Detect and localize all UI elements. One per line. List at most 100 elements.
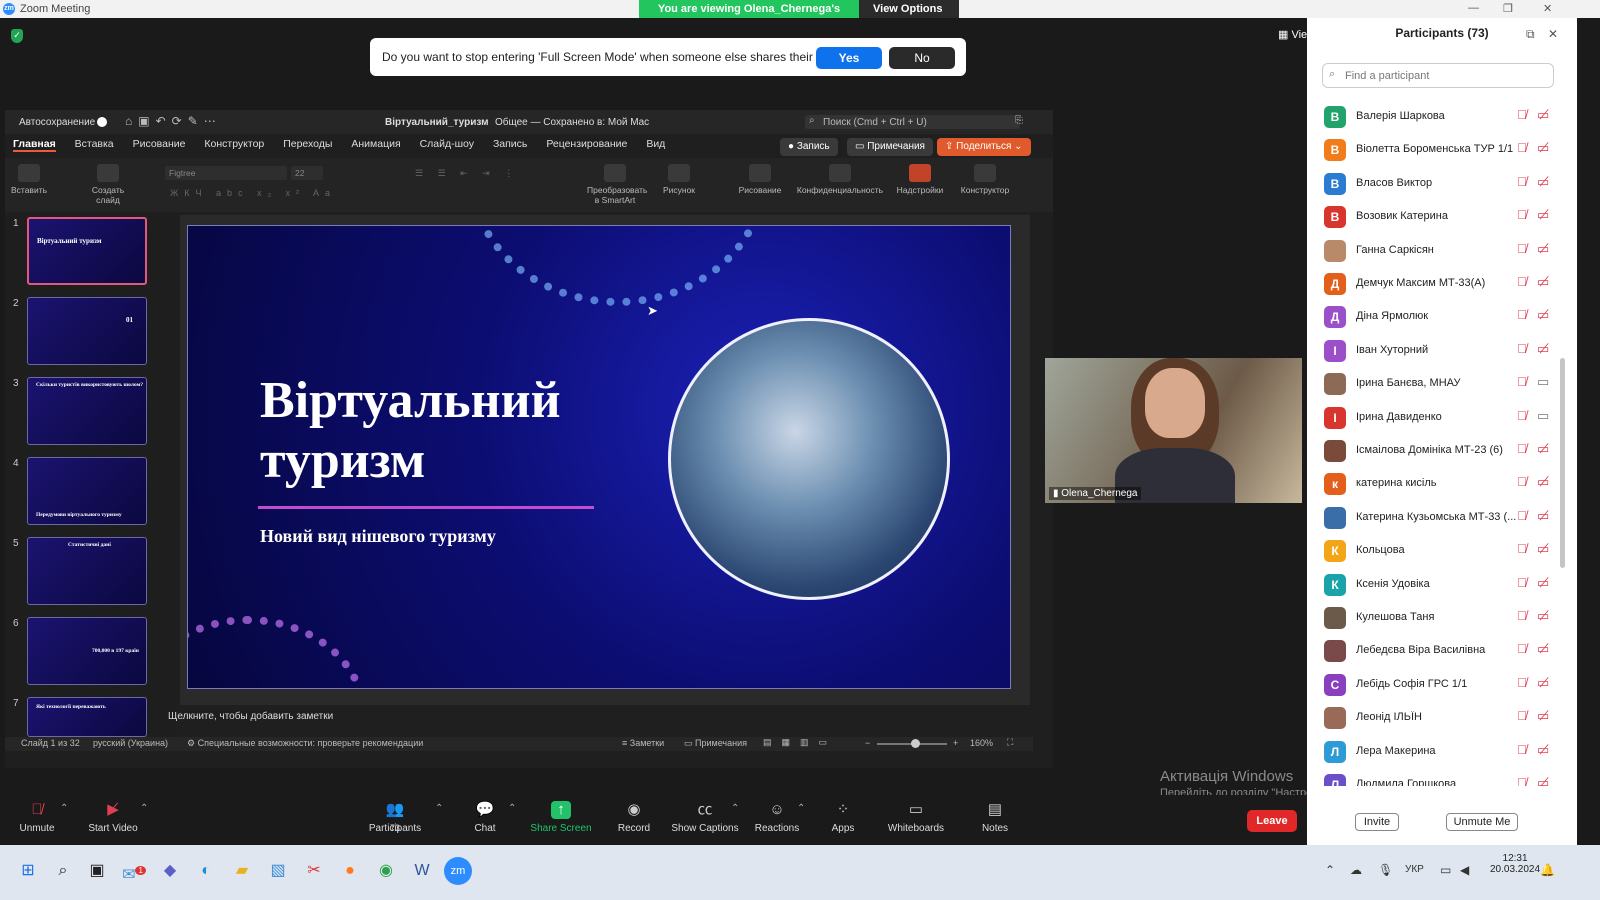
participant-row[interactable]: к катерина кисіль 🎙̸ ▭̸ bbox=[1307, 473, 1572, 506]
participant-row[interactable]: І Ірина Давиденко 🎙̸ ▭ bbox=[1307, 406, 1572, 440]
zoom-level[interactable]: 160% bbox=[970, 738, 993, 748]
video-off-icon[interactable]: ▭̸ bbox=[1537, 708, 1549, 724]
video-off-icon[interactable]: ▭̸ bbox=[1537, 140, 1549, 156]
comments-button[interactable]: ▭ Примечания bbox=[847, 138, 933, 156]
whiteboards-button[interactable]: ▭ Whiteboards bbox=[881, 801, 951, 834]
mail-icon[interactable]: ✉ 1 bbox=[120, 857, 148, 885]
chrome-icon[interactable]: ◉ bbox=[372, 857, 400, 885]
mic-muted-icon[interactable]: 🎙̸ bbox=[1517, 608, 1527, 623]
mic-muted-icon[interactable]: 🎙̸ bbox=[1517, 274, 1527, 289]
slide-thumbnail[interactable]: Передумови віртуального туризму bbox=[27, 457, 147, 525]
task-view-icon[interactable]: ▣ bbox=[83, 857, 111, 885]
participants-options-caret[interactable]: ⌃ bbox=[435, 803, 443, 814]
video-off-icon[interactable]: ▭̸ bbox=[1537, 474, 1549, 490]
zoom-in-icon[interactable]: + bbox=[953, 738, 958, 748]
mic-muted-icon[interactable]: 🎙̸ bbox=[1517, 174, 1527, 189]
slide-thumbnail[interactable]: Які технології переважають bbox=[27, 697, 147, 737]
participant-search-input[interactable]: Find a participant bbox=[1322, 63, 1554, 88]
menu-insert[interactable]: Вставка bbox=[75, 138, 114, 150]
chat-options-caret[interactable]: ⌃ bbox=[508, 803, 516, 814]
participant-row[interactable]: Кулешова Таня 🎙̸ ▭̸ bbox=[1307, 607, 1572, 640]
search-taskbar-icon[interactable]: ⌕ bbox=[49, 857, 77, 885]
view-mode-icons[interactable]: ▤▦▥▭ bbox=[763, 737, 837, 748]
comments-toggle[interactable]: ▭ Примечания bbox=[684, 738, 747, 749]
yes-button[interactable]: Yes bbox=[816, 47, 882, 69]
participant-row[interactable]: В Власов Виктор 🎙̸ ▭̸ bbox=[1307, 172, 1572, 206]
video-off-icon[interactable]: ▭̸ bbox=[1537, 508, 1549, 524]
mic-muted-icon[interactable]: 🎙̸ bbox=[1517, 441, 1527, 456]
start-video-button[interactable]: ▶̸ Start Video bbox=[78, 801, 148, 834]
slide-thumbnail[interactable]: 700,000 в 197 країн bbox=[27, 617, 147, 685]
menu-draw[interactable]: Рисование bbox=[133, 138, 186, 150]
close-window-icon[interactable]: ✕ bbox=[1543, 2, 1552, 15]
teams-icon[interactable]: ◆ bbox=[156, 857, 184, 885]
font-format-buttons[interactable]: ЖКЧ abc x₂ x² Aa bbox=[170, 188, 336, 198]
language-status[interactable]: русский (Украина) bbox=[93, 738, 168, 748]
participant-row[interactable]: Л Людмила Горшкова 🎙̸ ▭̸ bbox=[1307, 774, 1572, 786]
slide-thumbnail[interactable]: Віртуальний туризм bbox=[27, 217, 147, 285]
video-off-icon[interactable]: ▭̸ bbox=[1537, 575, 1549, 591]
video-off-icon[interactable]: ▭̸ bbox=[1537, 541, 1549, 557]
video-on-icon[interactable]: ▭ bbox=[1537, 408, 1549, 424]
video-off-icon[interactable]: ▭̸ bbox=[1537, 107, 1549, 123]
show-hidden-icons[interactable]: ⌃ bbox=[1325, 863, 1335, 877]
sharing-icon[interactable]: ⎘ bbox=[1015, 115, 1023, 126]
slide-thumbnail[interactable]: Статистичні дані bbox=[27, 537, 147, 605]
zoom-slider-handle[interactable] bbox=[911, 739, 920, 748]
document-title[interactable]: Віртуальний_туризм bbox=[385, 117, 488, 128]
accessibility-status[interactable]: ⚙ Специальные возможности: проверьте рек… bbox=[187, 738, 423, 749]
paste-button[interactable]: Вставить bbox=[9, 164, 49, 195]
video-on-icon[interactable]: ▭ bbox=[1537, 374, 1549, 390]
participant-video[interactable]: ▮ Olena_Chernega bbox=[1045, 358, 1302, 503]
close-panel-icon[interactable]: ✕ bbox=[1548, 27, 1558, 41]
mic-muted-icon[interactable]: 🎙̸ bbox=[1517, 307, 1527, 322]
record-meeting-button[interactable]: ◉ Record bbox=[599, 801, 669, 834]
notes-button[interactable]: ▤ Notes bbox=[960, 801, 1030, 834]
drawing-button[interactable]: Рисование bbox=[735, 164, 785, 195]
captions-options-caret[interactable]: ⌃ bbox=[731, 803, 739, 814]
reactions-options-caret[interactable]: ⌃ bbox=[797, 803, 805, 814]
menu-view[interactable]: Вид bbox=[646, 138, 665, 150]
mic-muted-icon[interactable]: 🎙̸ bbox=[1517, 241, 1527, 256]
font-family-select[interactable]: Figtree bbox=[165, 166, 287, 180]
leave-button[interactable]: Leave bbox=[1247, 810, 1297, 832]
addins-button[interactable]: Надстройки bbox=[895, 164, 945, 195]
video-options-caret[interactable]: ⌃ bbox=[140, 803, 148, 814]
fit-slide-icon[interactable]: ⛶ bbox=[1007, 737, 1013, 748]
video-off-icon[interactable]: ▭̸ bbox=[1537, 775, 1549, 786]
mic-muted-icon[interactable]: 🎙̸ bbox=[1517, 708, 1527, 723]
snipping-tool-icon[interactable]: ✂ bbox=[300, 857, 328, 885]
participant-list-scrollbar[interactable] bbox=[1560, 358, 1565, 568]
quick-access-icons[interactable]: ⌂▣↶⟳✎⋯ bbox=[125, 114, 222, 128]
network-icon[interactable]: ▭ bbox=[1440, 863, 1451, 877]
participant-row[interactable]: С Лебідь Софія ГРС 1/1 🎙̸ ▭̸ bbox=[1307, 673, 1572, 707]
edge-icon[interactable]: ◐ bbox=[192, 857, 220, 885]
mic-muted-icon[interactable]: 🎙̸ bbox=[1517, 207, 1527, 222]
notes-placeholder[interactable]: Щелкните, чтобы добавить заметки bbox=[168, 711, 333, 722]
autosave-toggle[interactable] bbox=[97, 117, 107, 127]
video-off-icon[interactable]: ▭̸ bbox=[1537, 742, 1549, 758]
mic-muted-icon[interactable]: 🎙̸ bbox=[1517, 408, 1527, 423]
mic-muted-icon[interactable]: 🎙̸ bbox=[1517, 775, 1527, 786]
windows-start-icon[interactable]: ⊞ bbox=[14, 857, 42, 885]
participant-row[interactable]: Ісмаілова Домініка МТ-23 (6) 🎙̸ ▭̸ bbox=[1307, 440, 1572, 473]
notification-bell-icon[interactable]: 🔔 bbox=[1540, 863, 1555, 877]
no-button[interactable]: No bbox=[889, 47, 955, 69]
menu-design[interactable]: Конструктор bbox=[204, 138, 264, 150]
participant-row[interactable]: К Ксенія Удовіка 🎙̸ ▭̸ bbox=[1307, 573, 1572, 607]
popout-icon[interactable]: ⧉ bbox=[1526, 27, 1535, 42]
video-off-icon[interactable]: ▭̸ bbox=[1537, 608, 1549, 624]
new-slide-button[interactable]: Создать слайд bbox=[85, 164, 131, 205]
participant-row[interactable]: Д Демчук Максим МТ-33(А) 🎙̸ ▭̸ bbox=[1307, 273, 1572, 306]
mic-muted-icon[interactable]: 🎙̸ bbox=[1517, 107, 1527, 122]
menu-home[interactable]: Главная bbox=[13, 138, 56, 152]
invite-button[interactable]: Invite bbox=[1355, 813, 1399, 831]
slide-thumbnail[interactable]: Скільки туристів використовують шолом? bbox=[27, 377, 147, 445]
mic-muted-icon[interactable]: 🎙̸ bbox=[1517, 641, 1527, 656]
taskbar-clock[interactable]: 12:31 20.03.2024 bbox=[1490, 853, 1540, 875]
video-off-icon[interactable]: ▭̸ bbox=[1537, 241, 1549, 257]
share-screen-button[interactable]: ↑ Share Screen bbox=[526, 801, 596, 834]
video-off-icon[interactable]: ▭̸ bbox=[1537, 274, 1549, 290]
document-status[interactable]: Общее — Сохранено в: Мой Mac bbox=[495, 117, 649, 128]
notes-toggle[interactable]: ≡ Заметки bbox=[622, 738, 664, 748]
